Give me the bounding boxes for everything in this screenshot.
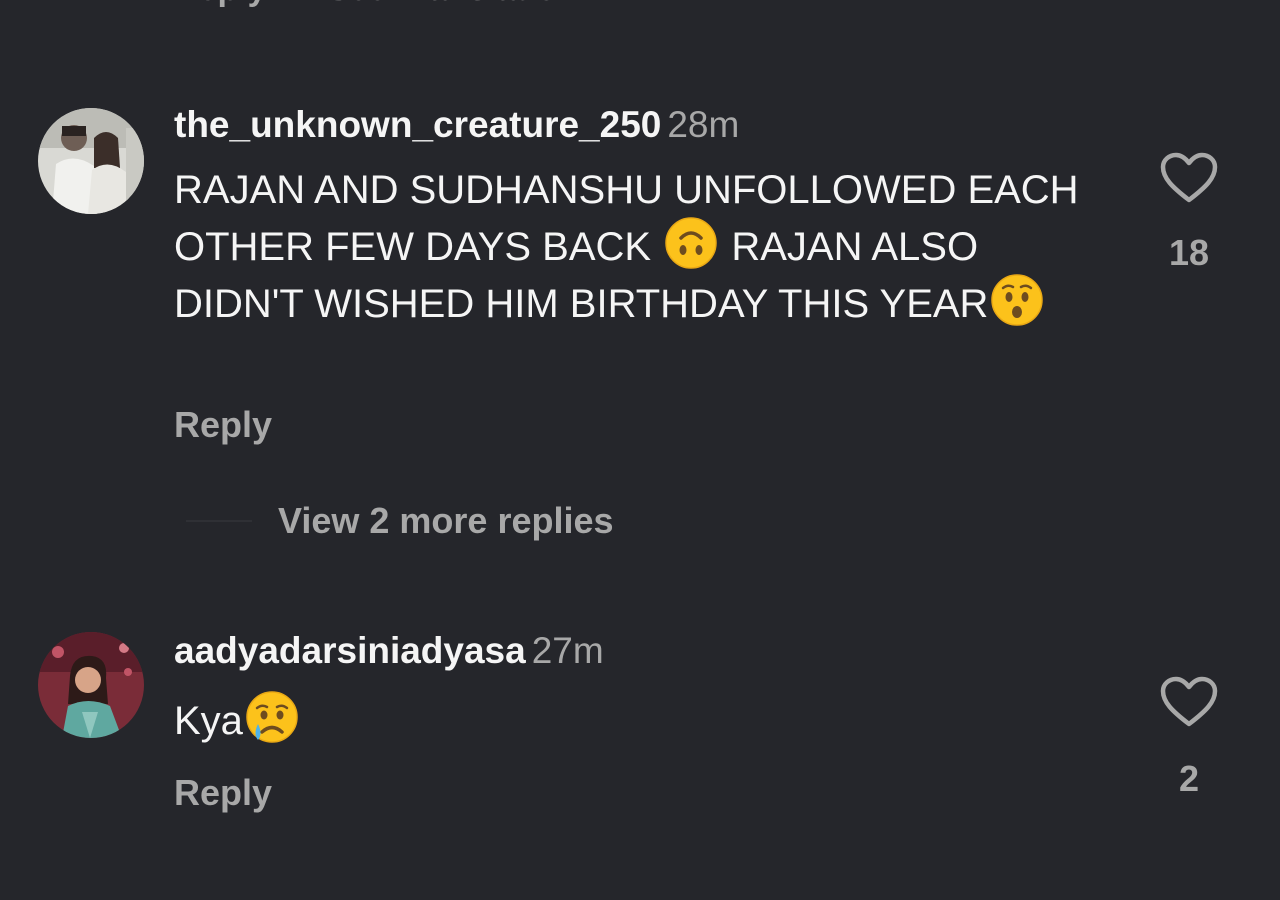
previous-comment-actions: Reply See Translation (174, 0, 578, 10)
hushed-face-emoji-icon (991, 274, 1044, 326)
view-more-replies-button[interactable]: View 2 more replies (186, 500, 614, 542)
comment-timestamp: 27m (531, 630, 604, 671)
see-translation-button[interactable]: See Translation (327, 0, 578, 10)
comment-timestamp: 28m (667, 104, 740, 145)
like-count: 2 (1178, 758, 1200, 799)
reply-button[interactable]: Reply (174, 772, 272, 814)
like-count: 18 (1168, 232, 1210, 273)
heart-icon[interactable] (1160, 152, 1218, 204)
comment-header: the_unknown_creature_250 28m (174, 104, 739, 146)
comment-username[interactable]: aadyadarsiniadyasa (174, 630, 526, 671)
previous-reply-button[interactable]: Reply (174, 0, 267, 10)
comment-text: Kya (174, 690, 1114, 747)
avatar[interactable] (38, 108, 144, 214)
reply-button[interactable]: Reply (174, 404, 272, 446)
crying-face-emoji-icon (246, 691, 298, 743)
replies-divider-line (186, 520, 252, 522)
comment-text-part: Kya (174, 699, 243, 743)
view-more-replies-label: View 2 more replies (278, 500, 614, 541)
upside-down-face-emoji-icon (665, 217, 717, 269)
comment-text: RAJAN AND SUDHANSHU UNFOLLOWED EACH OTHE… (174, 164, 1114, 330)
avatar[interactable] (38, 632, 144, 738)
comment-header: aadyadarsiniadyasa 27m (174, 630, 604, 672)
comments-screen: Reply See Translation the_unknown_creatu… (0, 0, 1280, 900)
comment-username[interactable]: the_unknown_creature_250 (174, 104, 661, 145)
heart-icon[interactable] (1160, 676, 1218, 728)
